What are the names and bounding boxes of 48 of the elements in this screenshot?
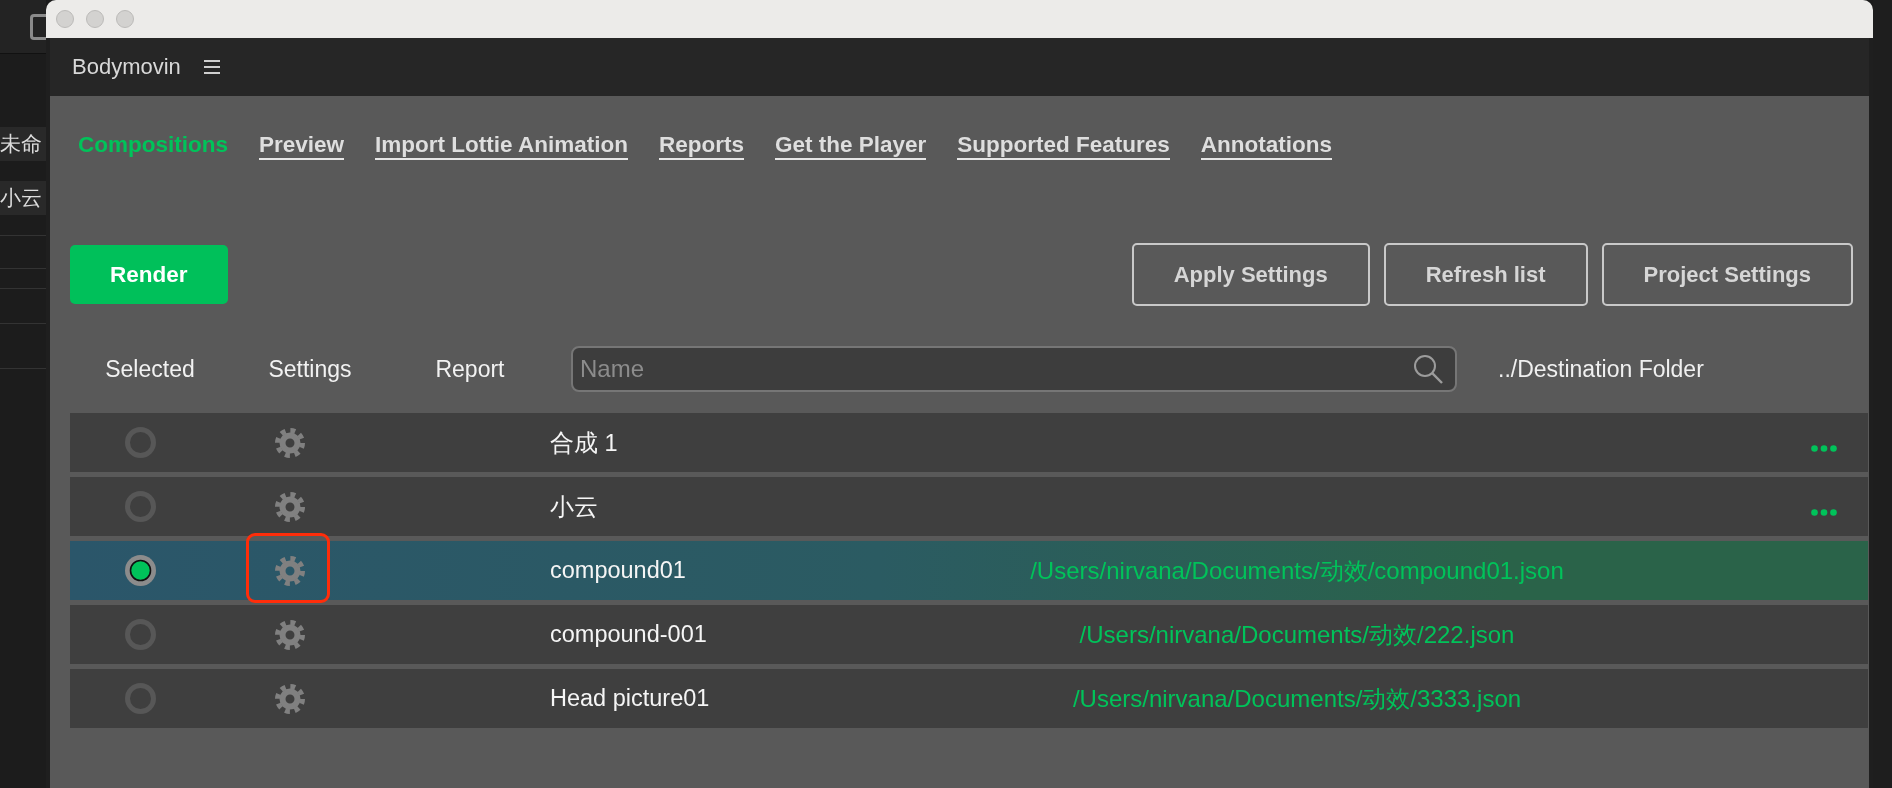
- settings-icon[interactable]: [275, 491, 305, 522]
- composition-name: compound-001: [550, 621, 707, 647]
- composition-row[interactable]: 合成 1: [70, 413, 1868, 472]
- settings-icon[interactable]: [275, 555, 305, 586]
- toolbar-button[interactable]: Project Settings: [1601, 243, 1853, 306]
- composition-name: compound01: [550, 557, 686, 583]
- column-header: Selected: [105, 355, 195, 383]
- tab[interactable]: Compositions: [78, 132, 228, 160]
- settings-icon[interactable]: [275, 427, 305, 458]
- layer-name: 未命: [0, 127, 46, 161]
- tab[interactable]: Get the Player: [775, 132, 927, 160]
- destination-path: /Users/nirvana/Documents/动效/3333.json: [1072, 683, 1522, 714]
- composition-row[interactable]: Head picture01 /Users/nirvana/Documents/动效/3333.json: [70, 669, 1868, 728]
- tab[interactable]: Preview: [259, 132, 345, 160]
- radio-button[interactable]: [124, 683, 156, 714]
- composition-name: 合成 1: [550, 429, 618, 456]
- composition-name: 小云: [550, 493, 598, 520]
- search-field[interactable]: Name: [571, 346, 1457, 392]
- minimize-button[interactable]: [86, 10, 104, 28]
- settings-icon[interactable]: [275, 683, 305, 714]
- settings-icon[interactable]: [275, 619, 305, 650]
- composition-row[interactable]: 小云: [70, 477, 1868, 536]
- panel-title: Bodymovin: [72, 54, 181, 80]
- radio-button[interactable]: [124, 619, 156, 650]
- menu-icon[interactable]: [203, 60, 220, 74]
- tab[interactable]: Import Lottie Animation: [375, 132, 628, 160]
- column-header: Report: [435, 355, 505, 383]
- column-header: Settings: [268, 355, 352, 383]
- composition-name: Head picture01: [550, 685, 710, 711]
- tab[interactable]: Reports: [658, 132, 744, 160]
- tab[interactable]: Supported Features: [957, 132, 1170, 160]
- more-icon[interactable]: [1811, 445, 1837, 452]
- toolbar-button[interactable]: Refresh list: [1383, 243, 1588, 306]
- maximize-button[interactable]: [116, 10, 134, 28]
- composition-row[interactable]: compound-001 /Users/nirvana/Documents/动效/222.json: [70, 605, 1868, 664]
- close-button[interactable]: [56, 10, 74, 28]
- radio-button[interactable]: [124, 427, 156, 458]
- more-icon[interactable]: [1811, 509, 1837, 516]
- tab[interactable]: Annotations: [1200, 132, 1333, 160]
- column-header: ../Destination Folder: [1498, 355, 1704, 383]
- search-icon: [1413, 354, 1443, 384]
- toolbar-button[interactable]: Apply Settings: [1131, 243, 1370, 306]
- layer-name: 小云: [0, 181, 46, 215]
- radio-button[interactable]: [124, 555, 156, 586]
- radio-button[interactable]: [124, 491, 156, 522]
- composition-row[interactable]: compound01 /Users/nirvana/Documents/动效/compound01.json: [70, 541, 1868, 600]
- destination-path: /Users/nirvana/Documents/动效/compound01.json: [1030, 555, 1564, 586]
- destination-path: /Users/nirvana/Documents/动效/222.json: [1079, 619, 1515, 650]
